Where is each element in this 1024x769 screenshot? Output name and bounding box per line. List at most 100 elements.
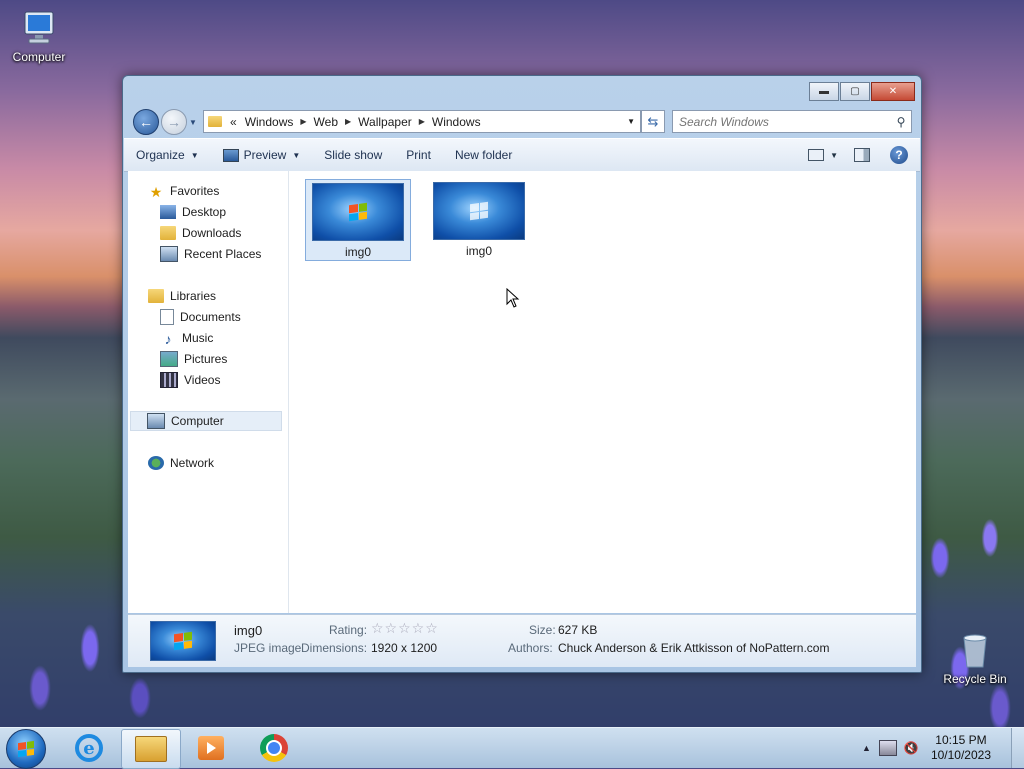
breadcrumb-windows[interactable]: Windows	[241, 115, 298, 129]
nav-music[interactable]: ♪ Music	[160, 328, 214, 348]
computer-icon	[24, 11, 54, 44]
file-item[interactable]: img0	[305, 179, 411, 261]
desktop-icon-computer[interactable]: Computer	[4, 8, 74, 64]
preview-pane-icon[interactable]	[854, 148, 870, 162]
pictures-icon	[160, 351, 178, 367]
nav-documents[interactable]: Documents	[160, 307, 241, 327]
address-bar[interactable]: « Windows ▶ Web ▶ Wallpaper ▶ Windows ▼	[203, 110, 641, 133]
new-folder-button[interactable]: New folder	[443, 139, 524, 171]
start-button[interactable]	[6, 729, 46, 769]
clock[interactable]: 10:15 PM 10/10/2023	[931, 733, 991, 763]
media-player-icon	[198, 736, 224, 760]
taskbar-chrome[interactable]	[245, 729, 303, 767]
desktop-icon-recycle-bin-label: Recycle Bin	[943, 672, 1007, 686]
breadcrumb-wallpaper[interactable]: Wallpaper	[354, 115, 416, 129]
nav-pictures-label: Pictures	[184, 352, 228, 366]
help-button[interactable]: ?	[890, 146, 908, 164]
search-input[interactable]	[673, 113, 891, 130]
desktop-icon-recycle-bin[interactable]: Recycle Bin	[940, 630, 1010, 686]
nav-desktop[interactable]: Desktop	[160, 202, 226, 222]
breadcrumb-separator-icon[interactable]: ▶	[342, 117, 354, 126]
network-icon[interactable]	[878, 740, 897, 756]
taskbar-windows-explorer[interactable]	[121, 729, 181, 769]
nav-desktop-label: Desktop	[182, 205, 227, 219]
taskbar-internet-explorer[interactable]: e	[60, 729, 118, 767]
nav-favorites-label: Favorites	[170, 184, 220, 198]
new-folder-label: New folder	[454, 148, 513, 162]
show-hidden-icons-button[interactable]: ▲	[862, 743, 871, 753]
nav-pictures[interactable]: Pictures	[160, 349, 227, 369]
breadcrumb-windows-current[interactable]: Windows	[428, 115, 485, 129]
windows-logo-icon	[18, 740, 34, 758]
windows-logo-icon	[174, 631, 192, 651]
breadcrumb-overflow[interactable]: «	[226, 115, 241, 129]
internet-explorer-icon: e	[75, 734, 103, 762]
network-icon	[148, 456, 164, 470]
forward-button[interactable]: →	[161, 109, 187, 135]
nav-downloads-label: Downloads	[182, 226, 242, 240]
file-name: img0	[465, 244, 492, 258]
recent-places-icon	[160, 246, 178, 262]
slideshow-button[interactable]: Slide show	[312, 139, 394, 171]
nav-network[interactable]: Network	[148, 453, 214, 473]
nav-documents-label: Documents	[180, 310, 241, 324]
back-button[interactable]: ←	[133, 109, 159, 135]
videos-icon	[160, 372, 178, 388]
print-button[interactable]: Print	[394, 139, 443, 171]
clock-time: 10:15 PM	[935, 733, 987, 747]
print-label: Print	[406, 148, 431, 162]
windows-logo-icon	[470, 201, 488, 221]
search-box[interactable]: ⚲	[672, 110, 912, 133]
nav-downloads[interactable]: Downloads	[160, 223, 241, 243]
arrow-left-icon: ←	[139, 114, 153, 130]
size-value: 627 KB	[558, 623, 598, 637]
nav-libraries[interactable]: Libraries	[148, 286, 216, 306]
system-tray: ▲ 🔇 10:15 PM 10/10/2023	[862, 728, 1024, 768]
rating-stars[interactable]: ☆☆☆☆☆	[371, 620, 439, 637]
dimensions-label: Dimensions:	[301, 641, 368, 655]
recycle-bin-icon	[963, 634, 987, 668]
minimize-button[interactable]: ▬	[809, 82, 839, 101]
file-list[interactable]: img0 img0	[289, 171, 916, 613]
close-button[interactable]: ✕	[871, 82, 915, 101]
arrow-right-icon: →	[167, 114, 181, 130]
maximize-button[interactable]: ▢	[840, 82, 870, 101]
address-dropdown-icon[interactable]: ▼	[622, 117, 640, 126]
nav-videos[interactable]: Videos	[160, 370, 220, 390]
chevron-down-icon[interactable]: ▼	[830, 151, 838, 160]
taskbar-media-player[interactable]	[182, 729, 240, 767]
title-bar[interactable]: ▬ ▢ ✕	[123, 76, 921, 106]
close-icon: ✕	[888, 86, 898, 97]
navigation-pane[interactable]: ★ Favorites Desktop Downloads Recent Plac…	[128, 171, 289, 613]
music-icon: ♪	[164, 331, 172, 347]
refresh-button[interactable]: ⇆	[641, 110, 665, 133]
authors-label: Authors:	[508, 641, 553, 655]
organize-button[interactable]: Organize ▼	[124, 139, 211, 171]
nav-recent-places[interactable]: Recent Places	[160, 244, 261, 264]
nav-computer[interactable]: Computer	[130, 411, 282, 431]
breadcrumb-separator-icon[interactable]: ▶	[416, 117, 428, 126]
show-desktop-button[interactable]	[1011, 728, 1024, 768]
file-item[interactable]: img0	[427, 179, 531, 259]
authors-value[interactable]: Chuck Anderson & Erik Attkisson of NoPat…	[558, 641, 829, 655]
content-area: ★ Favorites Desktop Downloads Recent Plac…	[128, 171, 916, 613]
details-file-name: img0	[234, 623, 263, 638]
change-view-icon[interactable]	[808, 149, 825, 161]
maximize-icon: ▢	[850, 86, 860, 97]
downloads-icon	[160, 226, 176, 240]
desktop-icon-computer-label: Computer	[12, 50, 66, 64]
breadcrumb-web[interactable]: Web	[310, 115, 342, 129]
chrome-icon	[260, 734, 288, 762]
details-file-type: JPEG image	[234, 641, 302, 655]
search-icon[interactable]: ⚲	[891, 115, 911, 129]
breadcrumb-separator-icon[interactable]: ▶	[297, 117, 309, 126]
preview-button[interactable]: Preview ▼	[211, 139, 313, 171]
preview-label: Preview	[243, 148, 287, 162]
computer-icon	[147, 413, 165, 429]
image-thumbnail	[433, 182, 525, 240]
recent-pages-dropdown[interactable]: ▼	[189, 118, 197, 127]
volume-muted-icon[interactable]: 🔇	[903, 741, 919, 755]
minimize-icon: ▬	[819, 86, 829, 97]
folder-icon	[135, 736, 167, 762]
nav-favorites[interactable]: ★ Favorites	[148, 181, 220, 201]
